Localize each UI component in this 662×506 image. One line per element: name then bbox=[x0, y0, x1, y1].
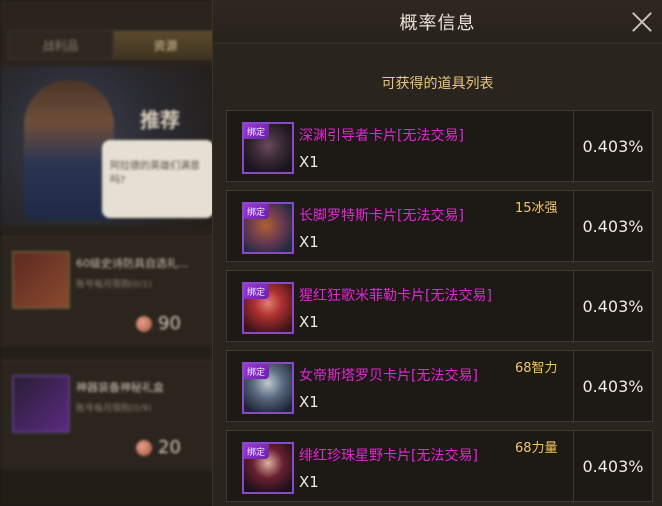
shop-item-price: 20 bbox=[136, 437, 181, 458]
card-icon: 绑定 bbox=[242, 122, 294, 174]
item-stat-tag: 15冰强 bbox=[515, 201, 558, 216]
probability-value: 0.403% bbox=[582, 456, 644, 476]
list-item[interactable]: 绑定 绯红珍珠星野卡片[无法交易] X1 68力量 0.403% bbox=[226, 430, 653, 502]
item-stat-tag: 68智力 bbox=[515, 361, 558, 376]
item-quantity: X1 bbox=[299, 233, 319, 251]
bound-badge: 绑定 bbox=[244, 364, 269, 379]
shop-item[interactable]: 神器装备神秘礼盒 账号每月限购(0/9) 20 bbox=[0, 360, 215, 470]
probability-value: 0.403% bbox=[582, 376, 644, 396]
shop-item-price: 90 bbox=[136, 313, 181, 334]
price-value: 90 bbox=[158, 313, 181, 334]
list-item[interactable]: 绑定 女帝斯塔罗贝卡片[无法交易] X1 68智力 0.403% bbox=[226, 350, 653, 422]
item-list-heading: 可获得的道具列表 bbox=[381, 76, 494, 92]
probability-value: 0.403% bbox=[582, 296, 644, 316]
bound-badge: 绑定 bbox=[244, 124, 269, 139]
item-quantity: X1 bbox=[299, 393, 319, 411]
item-name: 深渊引导者卡片[无法交易] bbox=[299, 128, 464, 144]
hero-illustration bbox=[24, 80, 114, 220]
card-icon: 绑定 bbox=[242, 282, 294, 334]
tab-resources[interactable]: 资源 bbox=[113, 30, 218, 60]
bound-badge: 绑定 bbox=[244, 444, 269, 459]
item-stat-tag: 68力量 bbox=[515, 441, 558, 456]
shop-tabs: 战利品 资源 bbox=[8, 30, 218, 60]
popup-title: 概率信息 bbox=[399, 12, 476, 34]
item-quantity: X1 bbox=[299, 153, 319, 171]
shop-item-name: 60级史诗防具自选礼... bbox=[76, 257, 189, 270]
item-name: 猩红狂歌米菲勒卡片[无法交易] bbox=[299, 288, 492, 304]
item-name: 绯红珍珠星野卡片[无法交易] bbox=[299, 448, 478, 464]
price-value: 20 bbox=[158, 437, 181, 458]
item-thumbnail bbox=[12, 375, 70, 433]
shop-item-limit: 账号每月限购(0/1) bbox=[76, 280, 152, 290]
bound-badge: 绑定 bbox=[244, 204, 269, 219]
item-name: 长脚罗特斯卡片[无法交易] bbox=[299, 208, 464, 224]
speech-bubble: 阿拉德的英雄们满意吗? bbox=[102, 140, 214, 218]
item-name: 女帝斯塔罗贝卡片[无法交易] bbox=[299, 368, 478, 384]
probability-info-popup: 概率信息 可获得的道具列表 绑定 深渊引导者卡片[无法交易] X1 0.403%… bbox=[212, 0, 662, 506]
currency-icon bbox=[136, 315, 152, 332]
shop-item-limit: 账号每月限购(0/9) bbox=[76, 404, 152, 414]
bound-badge: 绑定 bbox=[244, 284, 269, 299]
item-list: 绑定 深渊引导者卡片[无法交易] X1 0.403% 绑定 长脚罗特斯卡片[无法… bbox=[226, 110, 653, 506]
probability-value: 0.403% bbox=[582, 216, 644, 236]
list-item[interactable]: 绑定 深渊引导者卡片[无法交易] X1 0.403% bbox=[226, 110, 653, 182]
shop-item-name: 神器装备神秘礼盒 bbox=[76, 381, 164, 394]
currency-icon bbox=[136, 439, 152, 456]
shop-item[interactable]: 60级史诗防具自选礼... 账号每月限购(0/1) 90 bbox=[0, 236, 215, 346]
item-quantity: X1 bbox=[299, 313, 319, 331]
close-icon[interactable] bbox=[628, 8, 656, 36]
card-icon: 绑定 bbox=[242, 202, 294, 254]
item-quantity: X1 bbox=[299, 473, 319, 491]
card-icon: 绑定 bbox=[242, 442, 294, 494]
tab-loot[interactable]: 战利品 bbox=[8, 30, 113, 60]
list-item[interactable]: 绑定 长脚罗特斯卡片[无法交易] X1 15冰强 0.403% bbox=[226, 190, 653, 262]
probability-value: 0.403% bbox=[582, 136, 644, 156]
card-icon: 绑定 bbox=[242, 362, 294, 414]
popup-header: 概率信息 bbox=[213, 0, 662, 44]
list-item[interactable]: 绑定 猩红狂歌米菲勒卡片[无法交易] X1 0.403% bbox=[226, 270, 653, 342]
banner-title: 推荐 bbox=[140, 108, 180, 132]
item-thumbnail bbox=[12, 251, 70, 309]
